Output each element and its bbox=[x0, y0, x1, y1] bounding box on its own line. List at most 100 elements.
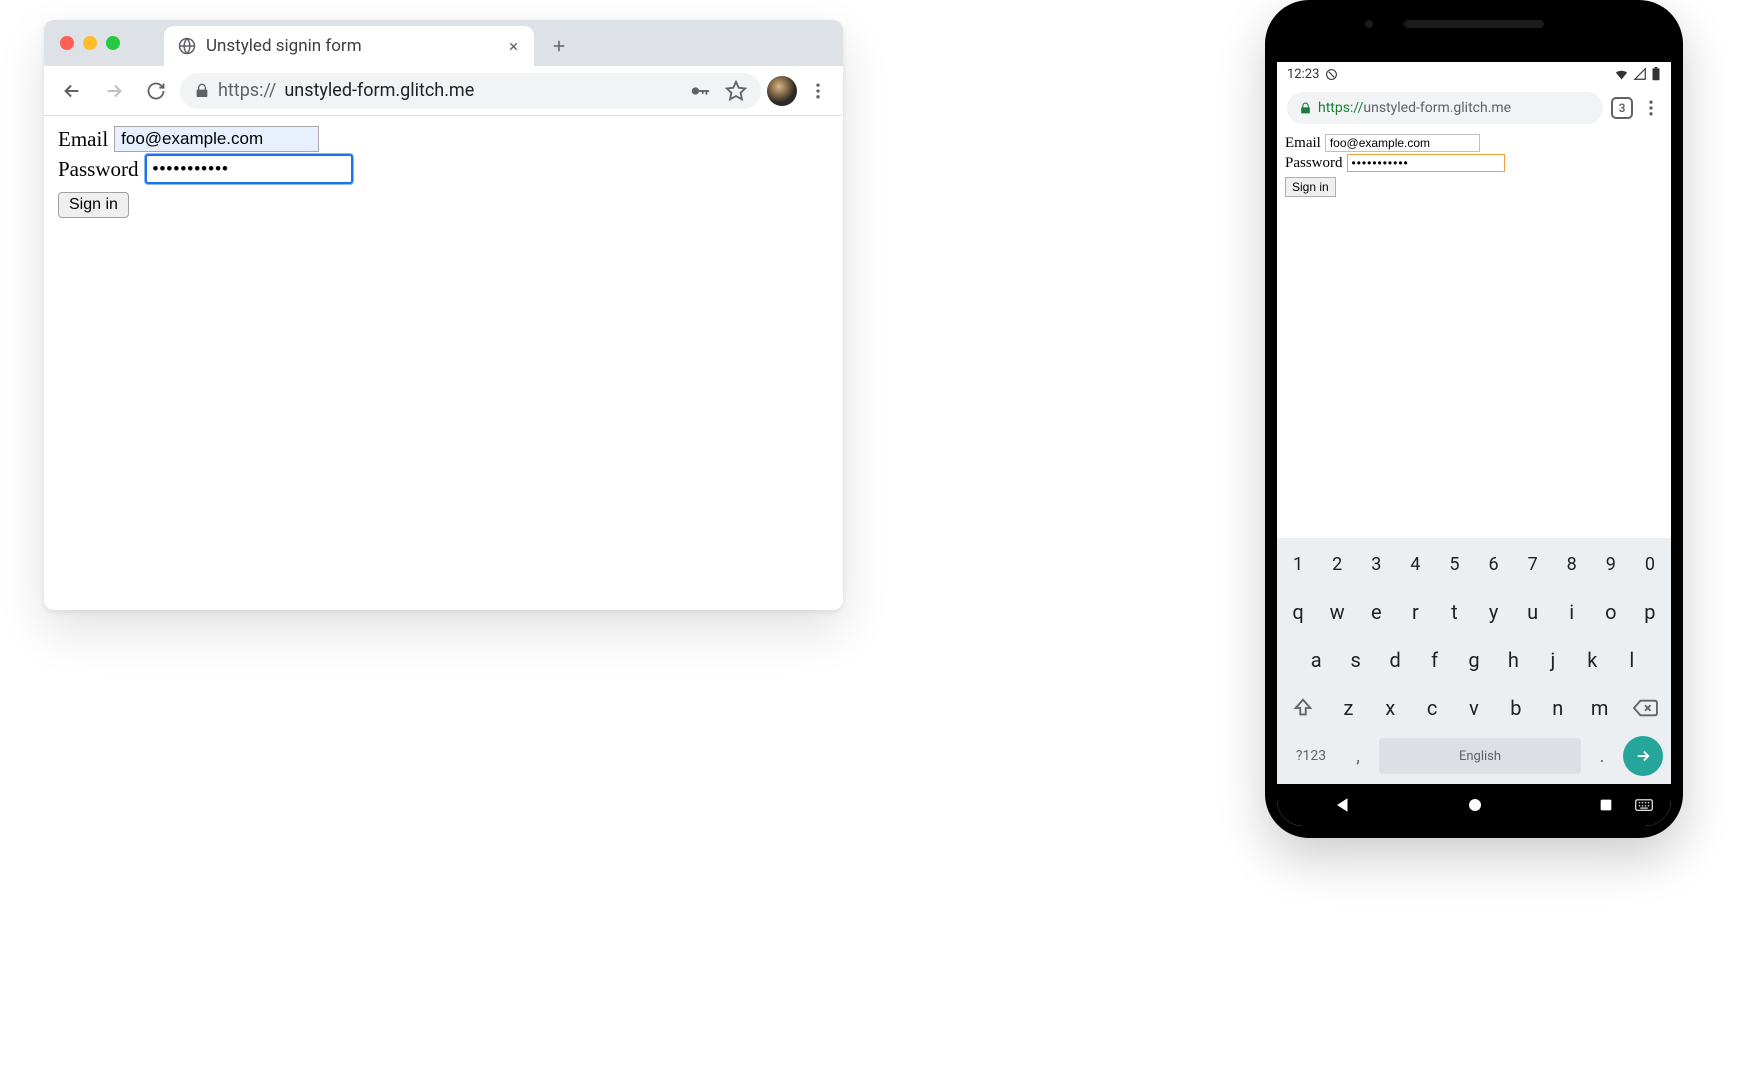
key-d[interactable]: d bbox=[1378, 640, 1412, 680]
key-7[interactable]: 7 bbox=[1516, 544, 1550, 584]
new-tab-button[interactable] bbox=[544, 31, 574, 61]
key-p[interactable]: p bbox=[1633, 592, 1667, 632]
mobile-signin-button[interactable]: Sign in bbox=[1285, 177, 1336, 197]
soft-keyboard: 1234567890 qwertyuiop asdfghjkl zxcvbnm … bbox=[1277, 538, 1671, 784]
maximize-window-button[interactable] bbox=[106, 36, 120, 50]
mobile-menu-button[interactable] bbox=[1641, 98, 1661, 118]
key-6[interactable]: 6 bbox=[1477, 544, 1511, 584]
page-content: Email Password Sign in bbox=[44, 116, 843, 228]
mobile-url-host: unstyled-form.glitch.me bbox=[1363, 100, 1511, 116]
password-label: Password bbox=[58, 157, 139, 182]
key-e[interactable]: e bbox=[1359, 592, 1393, 632]
wifi-icon bbox=[1614, 67, 1629, 82]
key-c[interactable]: c bbox=[1414, 688, 1451, 728]
mobile-password-field[interactable] bbox=[1347, 154, 1505, 172]
globe-icon bbox=[178, 37, 196, 55]
star-icon[interactable] bbox=[725, 80, 747, 102]
key-k[interactable]: k bbox=[1575, 640, 1609, 680]
nav-recent-button[interactable] bbox=[1598, 797, 1614, 813]
keyboard-row-top: qwertyuiop bbox=[1281, 592, 1667, 632]
tab-title: Unstyled signin form bbox=[206, 36, 497, 56]
signin-button[interactable]: Sign in bbox=[58, 192, 129, 218]
key-w[interactable]: w bbox=[1320, 592, 1354, 632]
back-button[interactable] bbox=[54, 73, 90, 109]
key-g[interactable]: g bbox=[1457, 640, 1491, 680]
key-a[interactable]: a bbox=[1299, 640, 1333, 680]
status-bar: 12:23 bbox=[1277, 62, 1671, 86]
battery-icon bbox=[1651, 67, 1661, 81]
address-bar[interactable]: https://unstyled-form.glitch.me bbox=[180, 73, 761, 109]
key-s[interactable]: s bbox=[1338, 640, 1372, 680]
browser-menu-button[interactable] bbox=[803, 81, 833, 101]
forward-button[interactable] bbox=[96, 73, 132, 109]
key-z[interactable]: z bbox=[1330, 688, 1367, 728]
reload-button[interactable] bbox=[138, 73, 174, 109]
key-b[interactable]: b bbox=[1497, 688, 1534, 728]
backspace-key[interactable] bbox=[1623, 688, 1667, 728]
key-i[interactable]: i bbox=[1555, 592, 1589, 632]
key-l[interactable]: l bbox=[1615, 640, 1649, 680]
enter-key[interactable] bbox=[1623, 736, 1663, 776]
mobile-password-label: Password bbox=[1285, 155, 1343, 172]
key-4[interactable]: 4 bbox=[1398, 544, 1432, 584]
nav-home-button[interactable] bbox=[1466, 796, 1484, 814]
mobile-email-field[interactable] bbox=[1325, 134, 1480, 152]
key-1[interactable]: 1 bbox=[1281, 544, 1315, 584]
key-f[interactable]: f bbox=[1417, 640, 1451, 680]
key-5[interactable]: 5 bbox=[1437, 544, 1471, 584]
key-t[interactable]: t bbox=[1437, 592, 1471, 632]
phone-camera-dot bbox=[1365, 20, 1373, 28]
tab-strip: Unstyled signin form bbox=[44, 20, 843, 66]
key-h[interactable]: h bbox=[1496, 640, 1530, 680]
nav-keyboard-button[interactable] bbox=[1635, 798, 1653, 812]
comma-key[interactable]: , bbox=[1343, 736, 1373, 776]
key-2[interactable]: 2 bbox=[1320, 544, 1354, 584]
key-n[interactable]: n bbox=[1539, 688, 1576, 728]
signal-icon bbox=[1633, 67, 1647, 81]
key-o[interactable]: o bbox=[1594, 592, 1628, 632]
space-key[interactable]: English bbox=[1379, 738, 1581, 774]
omnibox-actions bbox=[689, 80, 747, 102]
key-q[interactable]: q bbox=[1281, 592, 1315, 632]
close-window-button[interactable] bbox=[60, 36, 74, 50]
phone-screen: 12:23 ht bbox=[1277, 62, 1671, 826]
keyboard-row-numbers: 1234567890 bbox=[1281, 544, 1667, 584]
key-m[interactable]: m bbox=[1581, 688, 1618, 728]
email-field[interactable] bbox=[114, 126, 319, 152]
key-icon[interactable] bbox=[689, 80, 711, 102]
password-field[interactable] bbox=[145, 154, 353, 184]
key-x[interactable]: x bbox=[1372, 688, 1409, 728]
nav-back-button[interactable] bbox=[1334, 796, 1352, 814]
key-3[interactable]: 3 bbox=[1359, 544, 1393, 584]
key-8[interactable]: 8 bbox=[1555, 544, 1589, 584]
key-r[interactable]: r bbox=[1398, 592, 1432, 632]
tab-count-button[interactable]: 3 bbox=[1611, 97, 1633, 119]
mobile-address-bar[interactable]: https://unstyled-form.glitch.me bbox=[1287, 92, 1603, 124]
period-key[interactable]: . bbox=[1587, 736, 1617, 776]
key-v[interactable]: v bbox=[1456, 688, 1493, 728]
keyboard-row-space: ?123 , English . bbox=[1281, 736, 1667, 776]
keyboard-switch-key[interactable]: ?123 bbox=[1285, 736, 1337, 776]
mobile-page-content: Email Password Sign in bbox=[1277, 130, 1671, 201]
mobile-toolbar: https://unstyled-form.glitch.me 3 bbox=[1277, 86, 1671, 130]
browser-toolbar: https://unstyled-form.glitch.me bbox=[44, 66, 843, 116]
lock-icon bbox=[194, 83, 210, 99]
desktop-browser-window: Unstyled signin form https://unstyled-fo… bbox=[44, 20, 843, 610]
android-nav-bar bbox=[1277, 784, 1671, 826]
minimize-window-button[interactable] bbox=[83, 36, 97, 50]
status-time: 12:23 bbox=[1287, 67, 1319, 82]
profile-avatar[interactable] bbox=[767, 76, 797, 106]
close-tab-icon[interactable] bbox=[507, 40, 520, 53]
key-0[interactable]: 0 bbox=[1633, 544, 1667, 584]
shift-key[interactable] bbox=[1281, 688, 1325, 728]
key-j[interactable]: j bbox=[1536, 640, 1570, 680]
browser-tab[interactable]: Unstyled signin form bbox=[164, 26, 534, 66]
mobile-email-label: Email bbox=[1285, 135, 1321, 152]
key-u[interactable]: u bbox=[1516, 592, 1550, 632]
window-controls bbox=[60, 36, 120, 50]
key-9[interactable]: 9 bbox=[1594, 544, 1628, 584]
lock-icon bbox=[1299, 102, 1312, 115]
phone-speaker bbox=[1404, 20, 1544, 28]
keyboard-row-mid: asdfghjkl bbox=[1281, 640, 1667, 680]
key-y[interactable]: y bbox=[1477, 592, 1511, 632]
